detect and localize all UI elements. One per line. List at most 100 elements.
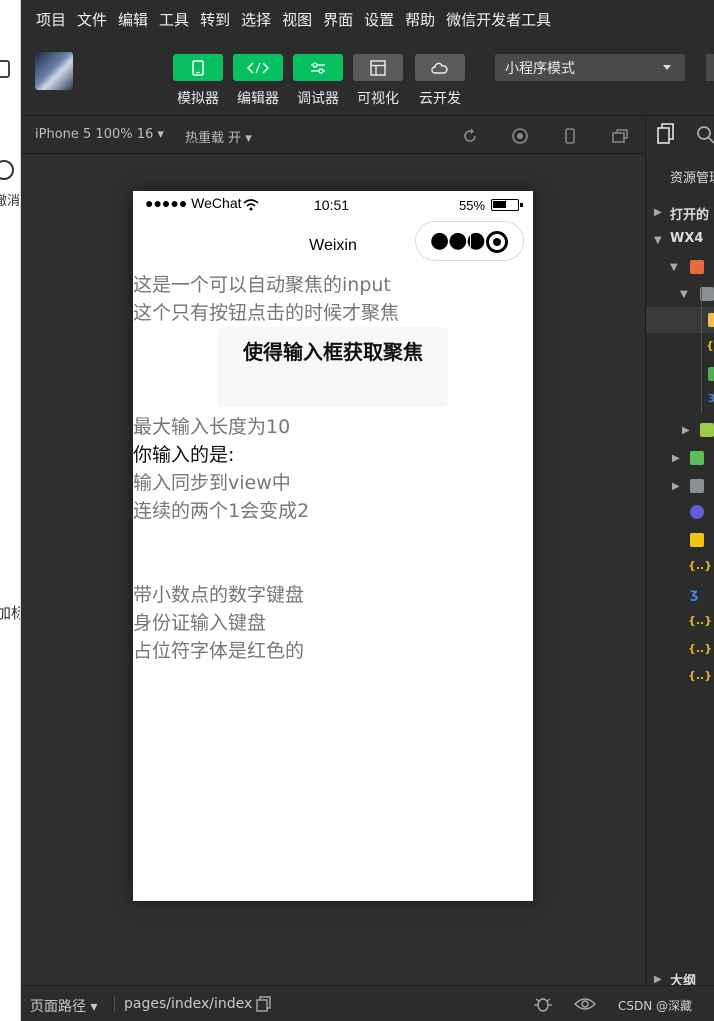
outline-section[interactable]: 大纲 [670,970,696,985]
number-input[interactable] [133,525,533,581]
debugger-button[interactable]: 调试器 [293,54,343,108]
json-file-icon: {..} [688,642,713,655]
watermark: CSDN @深藏 [618,999,693,1013]
menu-tools[interactable]: 工具 [159,9,189,30]
device-selector[interactable]: iPhone 5 100% 16 ▾ [35,127,164,142]
chevron-down-icon[interactable]: ▼ [654,235,662,246]
left-window-text-2: 加标 [0,602,20,623]
autofocus-input[interactable]: 这是一个可以自动聚焦的input [133,271,533,299]
copy-icon[interactable] [256,996,272,1016]
wifi-icon [243,198,259,216]
menu-goto[interactable]: 转到 [200,9,230,30]
layout-icon [353,54,403,81]
debug-sliders-icon [293,54,343,81]
tree-guide [701,285,702,413]
menu-select[interactable]: 选择 [241,9,271,30]
phone-frame-icon[interactable] [561,127,579,145]
menu-project[interactable]: 项目 [36,9,66,30]
focus-input-button[interactable]: 使得输入框获取聚焦 [218,327,448,407]
battery-percent: 55% [459,198,486,213]
rotate-icon[interactable] [461,127,479,145]
page-path: pages/index/index [124,996,253,1012]
phone-nav-bar: Weixin ●●● [133,219,533,271]
file-icon [708,313,714,327]
phone-time: 10:51 [314,197,350,213]
explorer-header: 资源管理 [670,171,714,186]
cloud-icon [415,54,465,81]
close-miniprogram-icon[interactable] [486,231,508,253]
visualize-label: 可视化 [357,91,399,107]
chevron-right-icon[interactable]: ▶ [682,425,690,436]
mode-dropdown-value: 小程序模式 [505,60,575,77]
sync-view-input[interactable]: 输入同步到view中 [133,469,533,497]
page-route-label: 页面路径 [30,999,86,1015]
capsule-menu: ●●● [415,221,524,261]
user-avatar[interactable] [35,52,73,90]
folder-icon [690,451,704,465]
chevron-right-icon[interactable]: ▶ [672,481,680,492]
left-window-text-1: 撤消 [0,194,21,209]
code-icon [233,54,283,81]
capsule-divider [470,231,471,252]
css-file-icon: 3 [708,392,714,405]
idcard-input[interactable]: 身份证输入键盘 [133,609,533,637]
bottom-status-bar: 页面路径 ▾ pages/index/index CSDN @深藏 [21,985,714,1021]
selected-file-row[interactable] [646,307,714,333]
explorer-files-icon[interactable] [656,123,676,149]
main-toolbar: 模拟器 编辑器 调试器 可视化 云开发 小程序模式 [21,38,714,116]
css-file-icon: ʒ [690,587,699,602]
menu-help[interactable]: 帮助 [405,9,435,30]
json-file-icon: {..} [688,614,713,627]
menu-edit[interactable]: 编辑 [118,9,148,30]
file-icon [708,367,714,381]
menu-wechat-devtools[interactable]: 微信开发者工具 [446,9,551,30]
devtools-window: 项目 文件 编辑 工具 转到 选择 视图 界面 设置 帮助 微信开发者工具 模拟… [21,0,714,1021]
background-window: 撤消 加标 [0,0,21,1021]
toolbar-overflow [706,54,714,81]
device-selector-value: iPhone 5 100% 16 [35,127,154,142]
maxlength-input[interactable]: 最大输入长度为10 [133,413,533,441]
replace-input[interactable]: 连续的两个1会变成2 [133,497,533,525]
json-file-icon: {..} [688,559,713,572]
chevron-down-icon[interactable]: ▼ [680,289,688,300]
page-content: 这是一个可以自动聚焦的input 这个只有按钮点击的时候才聚焦 使得输入框获取聚… [133,271,533,665]
chevron-right-icon[interactable]: ▶ [654,207,662,218]
folder-icon [700,423,714,437]
menu-interface[interactable]: 界面 [323,9,353,30]
input-echo-text: 你输入的是: [133,444,235,466]
hot-reload-toggle[interactable]: 热重载 开 ▾ [185,127,252,146]
visualize-button[interactable]: 可视化 [353,54,403,108]
folder-icon [690,260,704,274]
menu-view[interactable]: 视图 [282,9,312,30]
phone-status-bar: ●●●●● WeChat 10:51 55% [133,191,533,219]
hot-reload-value: 热重载 开 [185,131,242,146]
button-focus-input[interactable]: 这个只有按钮点击的时候才聚焦 [133,299,533,327]
battery-icon [491,199,523,211]
simulator-header: iPhone 5 100% 16 ▾ 热重载 开 ▾ [21,117,645,154]
menu-settings[interactable]: 设置 [364,9,394,30]
digit-input[interactable]: 带小数点的数字键盘 [133,581,533,609]
open-editors-section[interactable]: 打开的 [670,204,709,223]
cloud-dev-button[interactable]: 云开发 [415,54,465,108]
simulator-button[interactable]: 模拟器 [173,54,223,108]
js-file-icon [690,533,704,547]
chevron-down-icon[interactable]: ▼ [670,262,678,273]
bug-icon[interactable] [533,995,553,1017]
json-file-icon: { [706,339,714,352]
eye-icon[interactable] [574,996,596,1016]
search-icon[interactable] [696,125,714,149]
simulator-viewport: ●●●●● WeChat 10:51 55% Weixin ●●● 这是一个可以… [21,155,645,985]
chevron-down-icon [663,65,671,70]
more-icon[interactable]: ●●● [430,230,486,252]
chevron-right-icon[interactable]: ▶ [654,974,662,985]
project-root[interactable]: WX4 [670,231,703,246]
editor-button[interactable]: 编辑器 [233,54,283,108]
page-route-toggle[interactable]: 页面路径 ▾ [30,996,97,1016]
stop-icon[interactable] [511,127,529,145]
mode-dropdown[interactable]: 小程序模式 [495,54,685,81]
menu-bar: 项目 文件 编辑 工具 转到 选择 视图 界面 设置 帮助 微信开发者工具 [21,0,714,38]
chevron-right-icon[interactable]: ▶ [672,453,680,464]
menu-file[interactable]: 文件 [77,9,107,30]
placeholder-style-input[interactable]: 占位符字体是红色的 [133,637,533,665]
detach-window-icon[interactable] [611,127,629,145]
